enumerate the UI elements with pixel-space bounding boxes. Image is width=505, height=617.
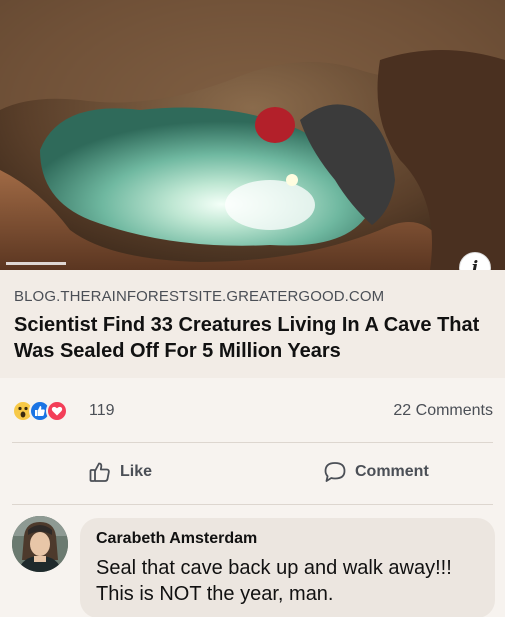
love-reaction-icon bbox=[46, 400, 68, 422]
reaction-icons[interactable] bbox=[12, 400, 68, 422]
link-title[interactable]: Scientist Find 33 Creatures Living In A … bbox=[14, 312, 494, 364]
cave-photo bbox=[0, 0, 505, 270]
post-image[interactable] bbox=[0, 0, 505, 270]
comment-label: Comment bbox=[355, 463, 429, 480]
comment-button[interactable]: Comment bbox=[323, 460, 429, 484]
like-label: Like bbox=[120, 463, 153, 480]
comment-bubble[interactable]: Carabeth Amsterdam Seal that cave back u… bbox=[80, 518, 495, 617]
comment-author[interactable]: Carabeth Amsterdam bbox=[96, 530, 257, 548]
comment-bubble-icon bbox=[324, 462, 346, 482]
action-bar: Like Comment bbox=[0, 442, 505, 504]
post-stats: 119 22 Comments bbox=[0, 378, 505, 442]
reaction-count[interactable]: 119 bbox=[89, 402, 115, 420]
comment-text: Seal that cave back up and walk away!!! … bbox=[96, 557, 452, 605]
thumbs-up-icon bbox=[89, 462, 110, 482]
link-preview[interactable]: BLOG.THERAINFORESTSITE.GREATERGOOD.COM S… bbox=[0, 270, 505, 378]
comment-item: Carabeth Amsterdam Seal that cave back u… bbox=[0, 504, 505, 617]
link-domain: BLOG.THERAINFORESTSITE.GREATERGOOD.COM bbox=[14, 288, 385, 305]
avatar[interactable] bbox=[12, 516, 68, 572]
comments-count[interactable]: 22 Comments bbox=[393, 402, 493, 420]
like-button[interactable]: Like bbox=[88, 460, 152, 484]
